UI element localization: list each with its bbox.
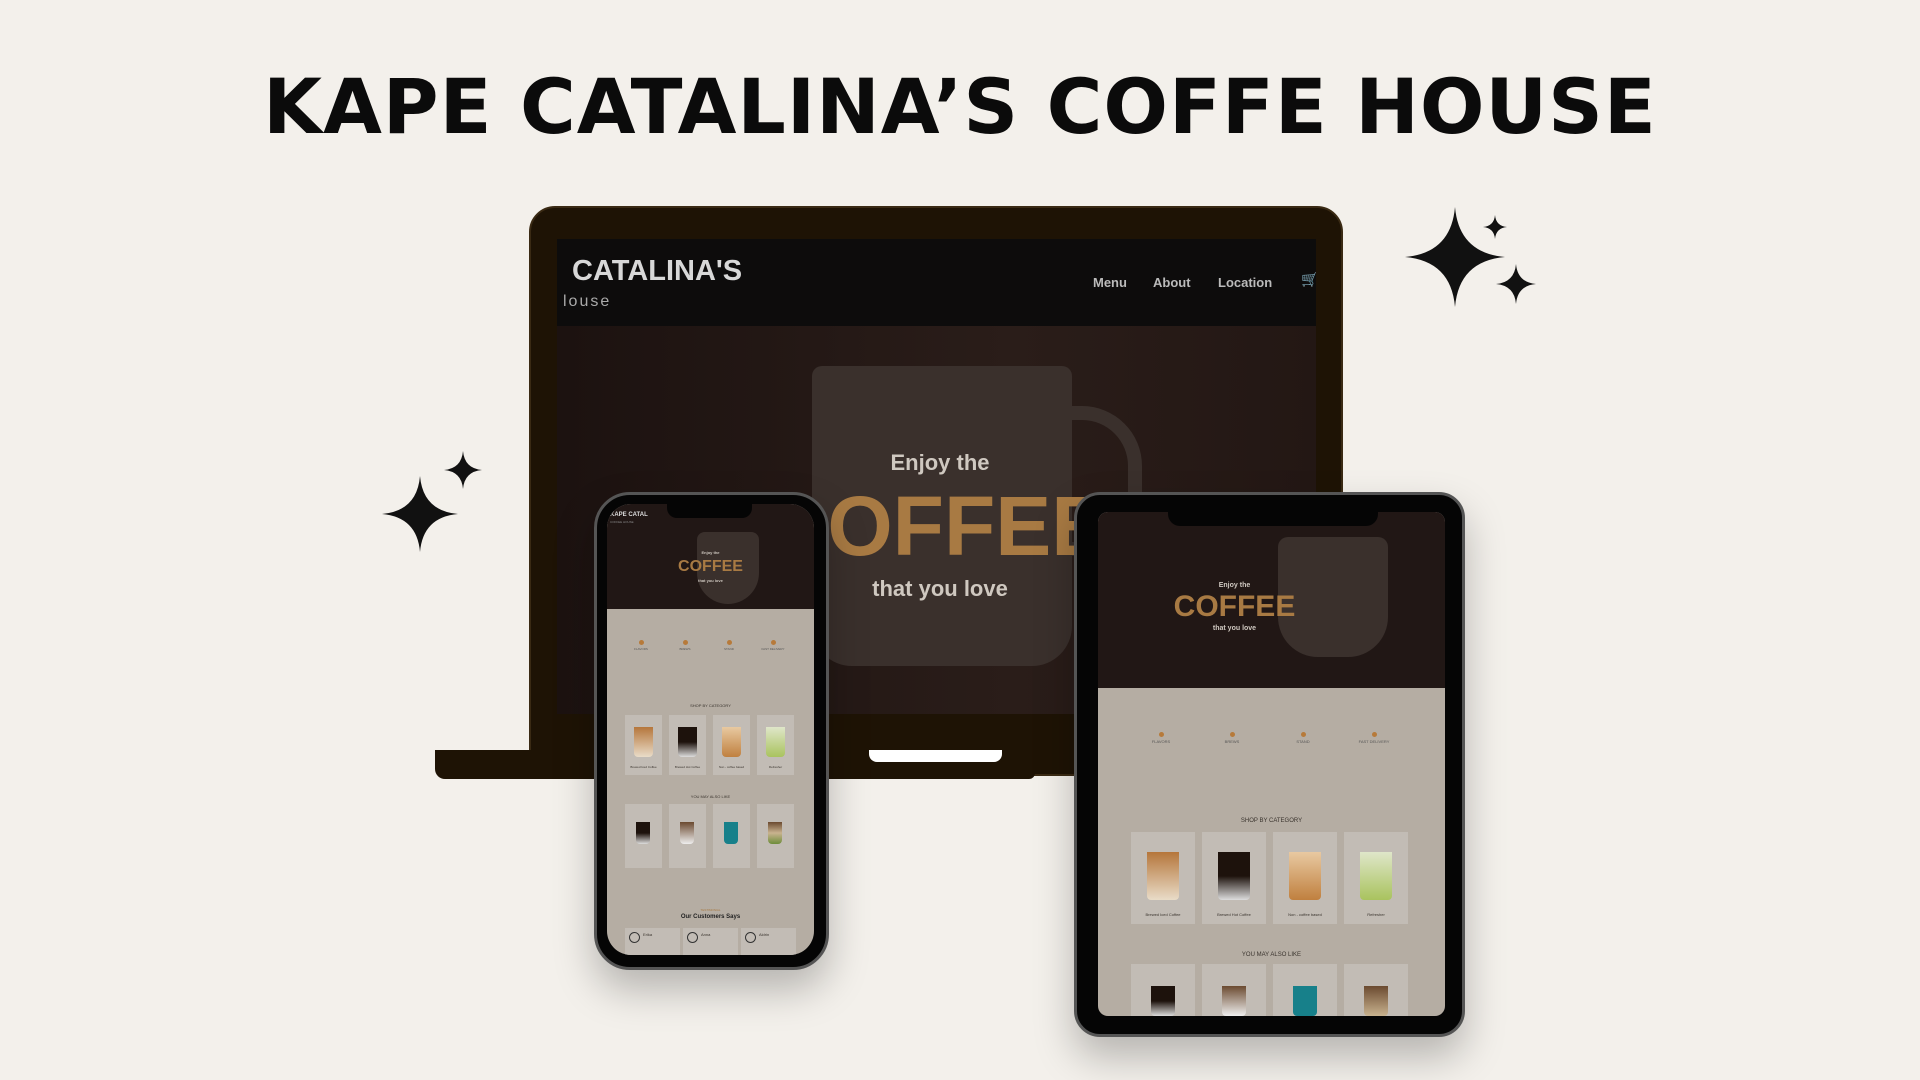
hero-line3: that you love: [1212, 625, 1257, 632]
avatar-icon: [629, 932, 640, 943]
category-card[interactable]: Non - coffee based: [1273, 832, 1337, 924]
nav-about[interactable]: About: [1153, 275, 1191, 290]
hero-headline: COFFEE: [1173, 590, 1296, 623]
avatar-icon: [687, 932, 698, 943]
category-card[interactable]: Refresher: [757, 715, 794, 775]
sparkle-icon: [1496, 264, 1536, 304]
hero-line1: Enjoy the: [1218, 582, 1251, 589]
sparkle-icon: [1483, 215, 1507, 239]
category-card[interactable]: Brewed Hot Coffee: [669, 715, 706, 775]
product-card[interactable]: [1344, 964, 1408, 1016]
product-card[interactable]: [625, 804, 662, 868]
hero-headline: COFFEE: [678, 558, 743, 575]
tablet-screen: Enjoy the COFFEE that you love FLAVORS B…: [1098, 512, 1445, 1016]
cart-icon[interactable]: 🛒: [1301, 271, 1316, 288]
phone-hero: KAPE CATAL COFFEE HOUSE Enjoy the COFFEE…: [607, 504, 814, 609]
category-card[interactable]: Non - coffee based: [713, 715, 750, 775]
feature-item: FAST DELIVERY: [753, 640, 793, 651]
category-card[interactable]: Refresher: [1344, 832, 1408, 924]
laptop-notch: [869, 750, 1002, 762]
avatar-icon: [745, 932, 756, 943]
product-card[interactable]: [1131, 964, 1195, 1016]
also-like-heading: YOU MAY ALSO LIKE: [1241, 952, 1302, 958]
phone-logo-sub: COFFEE HOUSE: [610, 520, 634, 524]
feature-item: BREWS: [1199, 732, 1265, 744]
feature-item: STAND: [1270, 732, 1336, 744]
phone-logo[interactable]: KAPE CATAL: [610, 512, 648, 518]
feature-item: STAND: [709, 640, 749, 651]
feature-item: BREWS: [665, 640, 705, 651]
review-card: Anna: [683, 928, 738, 955]
nav-menu[interactable]: Menu: [1093, 275, 1127, 290]
page-title: KAPE CATALINA’S COFFE HOUSE: [263, 62, 1657, 151]
feature-item: FLAVORS: [621, 640, 661, 651]
review-card: Aldrin: [741, 928, 796, 955]
product-card[interactable]: [757, 804, 794, 868]
testimonial-heading: Our Customers Says: [680, 914, 741, 920]
phone-screen: KAPE CATAL COFFEE HOUSE Enjoy the COFFEE…: [607, 504, 814, 955]
tablet-camera-bar: [1168, 512, 1378, 526]
testimonial-label: TESTIMONIAL: [700, 908, 721, 912]
product-card[interactable]: [669, 804, 706, 868]
logo-subtitle: louse: [563, 293, 612, 310]
feature-item: FAST DELIVERY: [1341, 732, 1407, 744]
hero-line3: that you love: [698, 578, 723, 583]
review-card: Erika: [625, 928, 680, 955]
shop-heading: SHOP BY CATEGORY: [690, 703, 731, 708]
logo[interactable]: CATALINA'S: [572, 255, 742, 288]
sparkle-icon: [444, 451, 482, 489]
hero-line1: Enjoy the: [701, 550, 720, 555]
navbar: CATALINA'S louse Menu About Location 🛒: [557, 239, 1316, 326]
hero-line1: Enjoy the: [890, 450, 990, 475]
product-card[interactable]: [1273, 964, 1337, 1016]
also-like-heading: YOU MAY ALSO LIKE: [690, 794, 731, 799]
phone-notch: [667, 504, 752, 518]
category-card[interactable]: Brewed Iced Coffee: [1131, 832, 1195, 924]
nav-location[interactable]: Location: [1218, 275, 1272, 290]
product-card[interactable]: [713, 804, 750, 868]
hero-line3: that you love: [872, 576, 1008, 601]
shop-heading: SHOP BY CATEGORY: [1240, 818, 1303, 824]
feature-item: FLAVORS: [1128, 732, 1194, 744]
category-card[interactable]: Brewed Hot Coffee: [1202, 832, 1266, 924]
category-card[interactable]: Brewed Iced Coffee: [625, 715, 662, 775]
tablet-hero: Enjoy the COFFEE that you love: [1098, 512, 1445, 688]
product-card[interactable]: [1202, 964, 1266, 1016]
